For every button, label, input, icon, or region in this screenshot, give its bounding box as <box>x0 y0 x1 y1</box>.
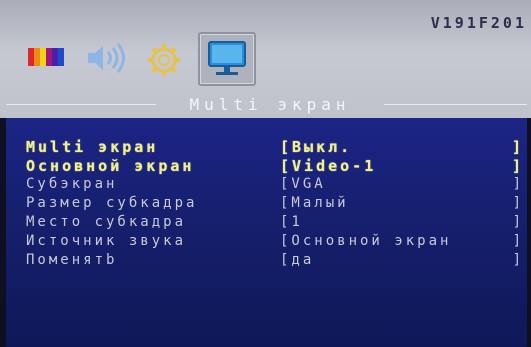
color-bars-icon[interactable] <box>26 46 72 92</box>
section-title: Multi экран <box>189 95 351 114</box>
section-title-bar: Multi экран <box>0 92 531 118</box>
menu-row-sound-source[interactable]: Источник звука [Основной экран ] <box>26 233 526 251</box>
menu-row-bracket: ] <box>512 233 524 249</box>
menu-row-label: Поменятb <box>26 252 118 268</box>
menu-row-value: [Малый <box>280 195 349 211</box>
model-label: V191F201 <box>430 14 527 32</box>
osd-header: V191F201 Multi экран <box>0 0 531 118</box>
menu-row-sub-size[interactable]: Размер субкадра [Малый ] <box>26 195 526 213</box>
menu-row-multi-screen[interactable]: Multi экран [Выкл. ] <box>26 138 526 156</box>
menu-row-label: Основной экран <box>26 157 195 175</box>
menu-row-swap[interactable]: Поменятb [да ] <box>26 252 526 270</box>
menu-row-value: [да <box>280 252 315 268</box>
menu-row-value: [Основной экран <box>280 233 452 249</box>
settings-panel: Multi экран [Выкл. ] Основной экран [Vid… <box>6 118 527 347</box>
menu-row-value: [VGA <box>280 176 326 192</box>
gear-icon[interactable] <box>146 42 192 88</box>
divider <box>384 104 527 105</box>
menu-row-value: [Выкл. <box>280 138 353 156</box>
menu-row-value: [1 <box>280 214 303 230</box>
speaker-icon[interactable] <box>84 40 130 86</box>
divider <box>6 104 156 105</box>
menu-row-label: Субэкран <box>26 176 118 192</box>
menu-row-label: Место субкадра <box>26 214 187 230</box>
menu-row-bracket: ] <box>512 214 524 230</box>
menu-row-bracket: ] <box>512 252 524 268</box>
menu-row-bracket: ] <box>512 176 524 192</box>
osd-menu: V191F201 Multi экран Multi экран [Выкл. … <box>0 0 531 347</box>
menu-row-bracket: ] <box>512 195 524 211</box>
menu-row-label: Размер субкадра <box>26 195 198 211</box>
menu-row-main-screen[interactable]: Основной экран [Video-1 ] <box>26 157 526 175</box>
menu-row-bracket: ] <box>511 157 524 175</box>
menu-row-bracket: ] <box>511 138 524 156</box>
monitor-icon[interactable] <box>198 32 256 86</box>
menu-row-sub-position[interactable]: Место субкадра [1 ] <box>26 214 526 232</box>
menu-row-label: Источник звука <box>26 233 187 249</box>
menu-row-value: [Video-1 <box>280 157 377 175</box>
menu-row-label: Multi экран <box>26 138 159 156</box>
menu-row-sub-screen[interactable]: Субэкран [VGA ] <box>26 176 526 194</box>
